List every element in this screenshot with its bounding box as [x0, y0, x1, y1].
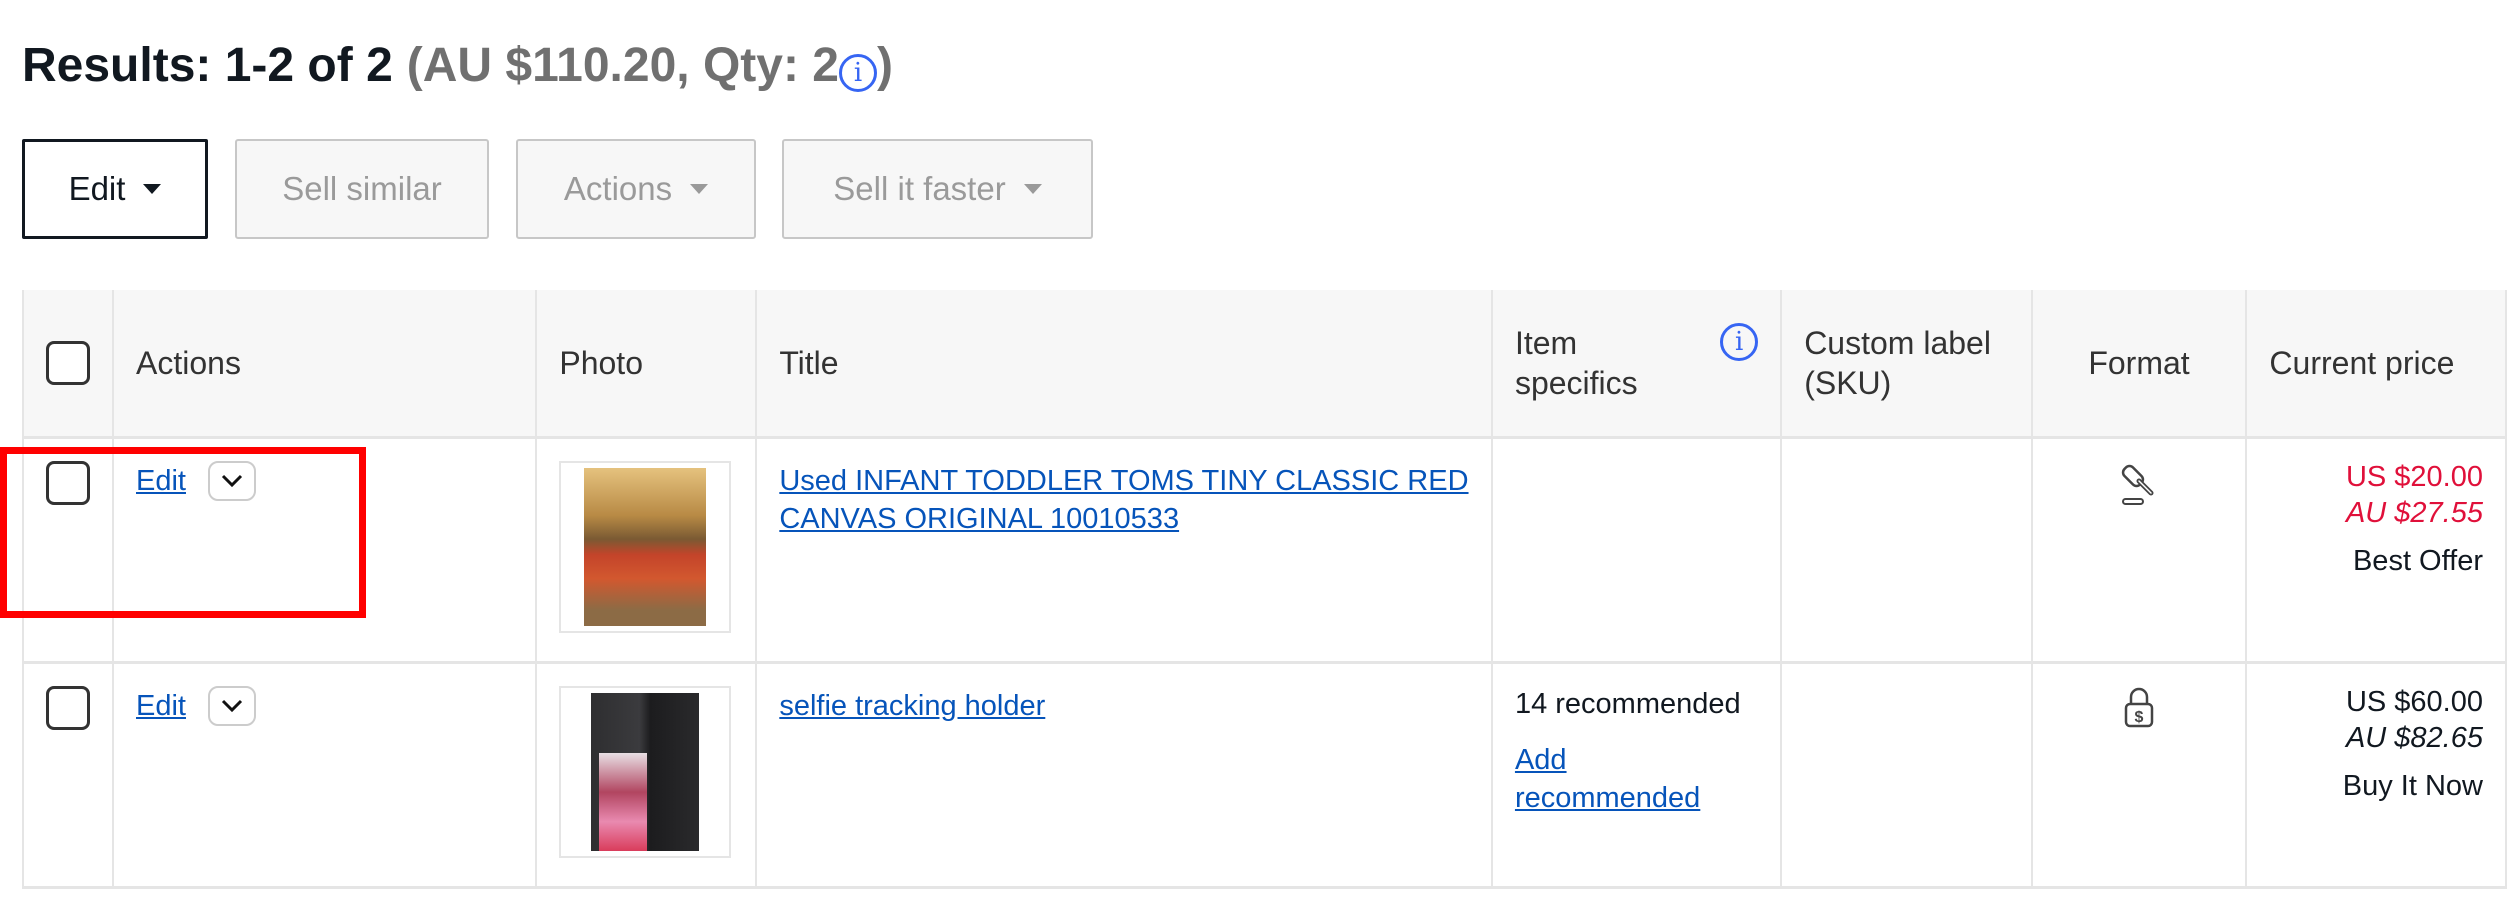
auction-gavel-icon — [2119, 464, 2159, 512]
add-recommended-link[interactable]: Add recommended — [1515, 744, 1700, 814]
svg-text:$: $ — [2135, 709, 2144, 726]
price-au: AU $82.65 — [2345, 721, 2483, 754]
custom-label-cell — [1780, 662, 2033, 887]
edit-link[interactable]: Edit — [136, 690, 186, 722]
results-summary: (AU $110.20, Qty: 2 i) — [406, 39, 893, 92]
edit-dropdown-button[interactable]: Edit — [22, 139, 208, 239]
table-row: Edit Used INFANT TODDLER TOMS TINY CLASS… — [22, 437, 2507, 662]
results-heading: Results: 1-2 of 2 (AU $110.20, Qty: 2 i) — [22, 38, 893, 93]
col-title[interactable]: Title — [755, 290, 1493, 437]
table-row: Edit selfie tracking holder 14 recommend… — [22, 662, 2507, 887]
sell-it-faster-dropdown-button[interactable]: Sell it faster — [782, 139, 1093, 239]
caret-down-icon — [1023, 184, 1042, 194]
recommended-count: 14 recommended — [1514, 687, 1741, 720]
col-format[interactable]: Format — [2030, 290, 2248, 437]
item-title-link[interactable]: Used INFANT TODDLER TOMS TINY CLASSIC RE… — [779, 465, 1468, 535]
info-circle-icon[interactable]: i — [1720, 322, 1759, 361]
col-custom-label[interactable]: Custom label (SKU) — [1780, 290, 2033, 437]
item-specifics-cell: 14 recommended Add recommended — [1490, 662, 1783, 887]
price-type: Buy It Now — [2342, 769, 2483, 802]
listings-table: Actions Photo Title Item specifics i Cus… — [22, 290, 2507, 889]
price-type: Best Offer — [2352, 544, 2483, 577]
highlight-box — [0, 447, 366, 618]
item-specifics-cell — [1490, 437, 1783, 662]
caret-down-icon — [143, 184, 162, 194]
table-header-row: Actions Photo Title Item specifics i Cus… — [22, 290, 2507, 437]
col-current-price[interactable]: Current price — [2245, 290, 2507, 437]
item-photo[interactable] — [559, 685, 732, 858]
item-photo[interactable] — [559, 460, 732, 633]
fixed-price-lock-icon: $ — [2122, 687, 2156, 737]
col-item-specifics: Item specifics i — [1490, 290, 1783, 437]
caret-down-icon — [690, 184, 709, 194]
price-us: US $20.00 — [2345, 460, 2483, 493]
sell-similar-button[interactable]: Sell similar — [235, 139, 489, 239]
chevron-down-icon — [221, 699, 243, 713]
price-au: AU $27.55 — [2345, 496, 2483, 529]
price-us: US $60.00 — [2345, 685, 2483, 718]
actions-dropdown-button[interactable]: Actions — [516, 139, 756, 239]
row-checkbox[interactable] — [46, 685, 90, 730]
custom-label-cell — [1780, 437, 2033, 662]
more-actions-button[interactable] — [207, 686, 256, 727]
col-photo: Photo — [535, 290, 758, 437]
col-actions: Actions — [111, 290, 538, 437]
results-count: Results: 1-2 of 2 — [22, 39, 393, 92]
item-title-link[interactable]: selfie tracking holder — [779, 690, 1045, 722]
select-all-checkbox[interactable] — [46, 340, 90, 385]
info-circle-icon[interactable]: i — [838, 54, 877, 92]
